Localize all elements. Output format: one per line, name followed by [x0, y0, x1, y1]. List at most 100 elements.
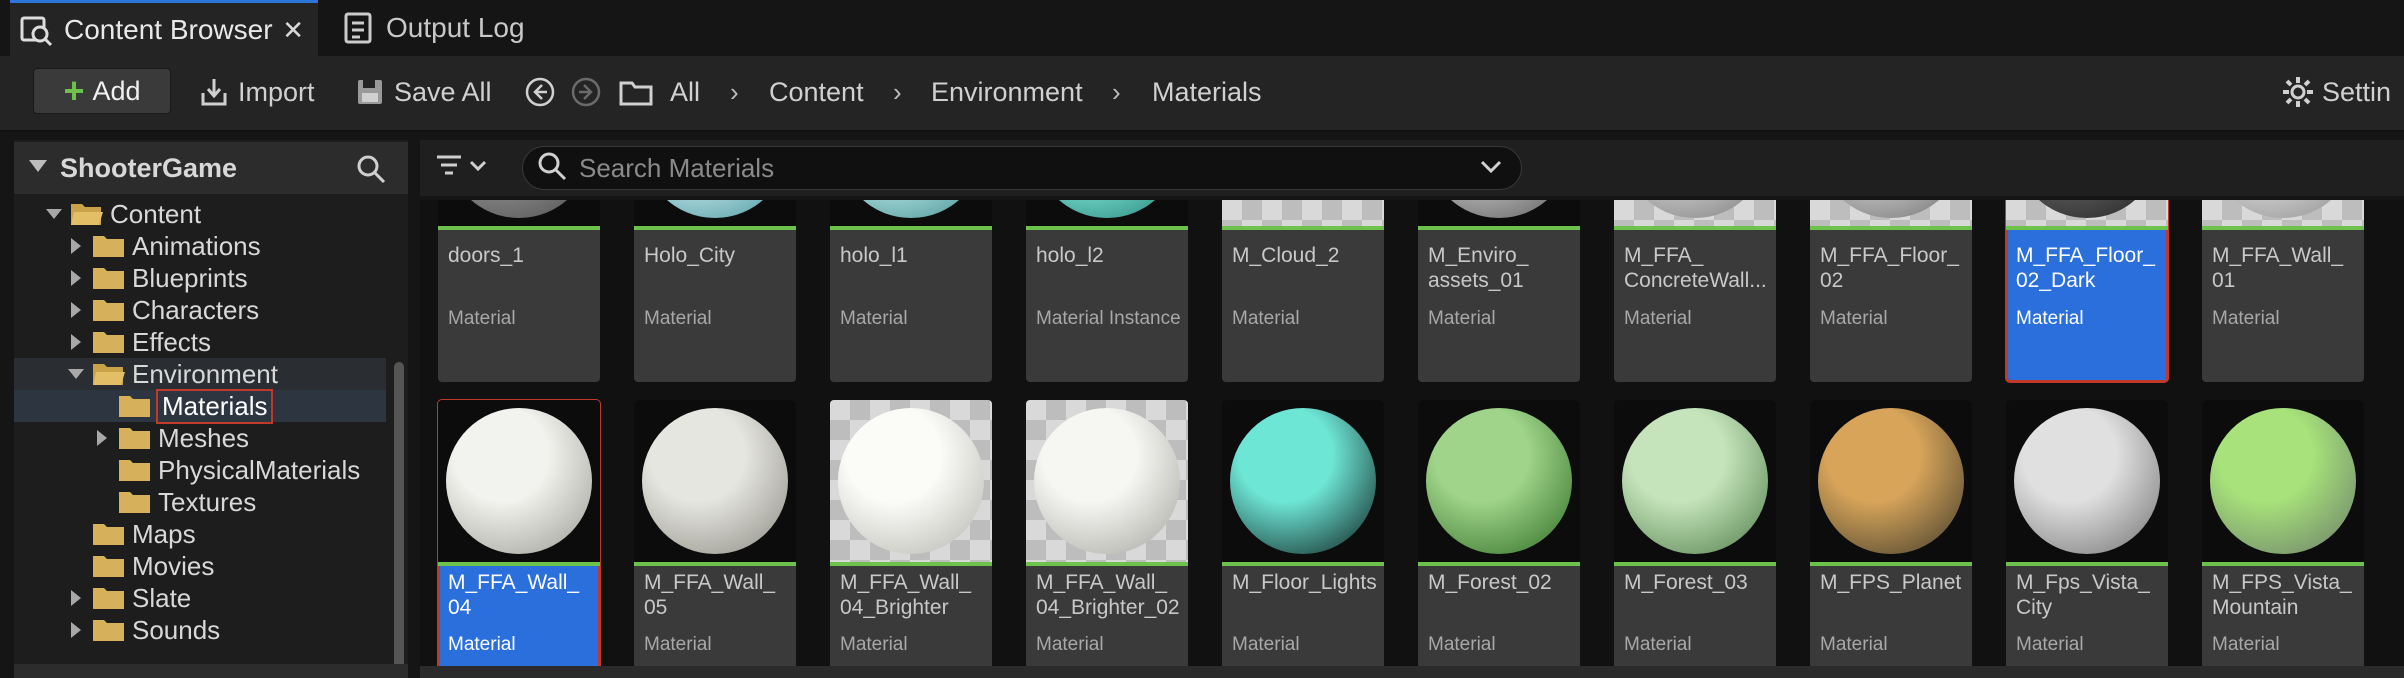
back-button[interactable]: [522, 70, 564, 114]
tab-output-log[interactable]: Output Log: [328, 0, 588, 56]
asset-tile[interactable]: M_FFA_Wall_ 04_Brighter Material: [830, 400, 992, 670]
tree-item-movies[interactable]: Movies: [14, 550, 386, 582]
breadcrumb-environment[interactable]: Environment: [931, 72, 1083, 112]
forward-button[interactable]: [568, 70, 610, 114]
asset-tile[interactable]: M_Floor_Lights Material: [1222, 400, 1384, 670]
tree-item-blueprints[interactable]: Blueprints: [14, 262, 386, 294]
asset-thumbnail: [830, 400, 992, 562]
tab-content-browser[interactable]: Content Browser ✕: [10, 0, 318, 56]
asset-tile[interactable]: Holo_City Material: [634, 200, 796, 382]
asset-type-label: Material: [1820, 634, 1888, 655]
search-box[interactable]: [522, 146, 1522, 190]
asset-grid-scrollbar[interactable]: [420, 666, 2404, 678]
breadcrumb-chevron-icon[interactable]: ›: [893, 72, 902, 112]
collapsed-arrow-icon[interactable]: [66, 236, 86, 256]
breadcrumb-materials[interactable]: Materials: [1152, 72, 1262, 112]
asset-tile[interactable]: M_FPS_Vista_ Mountain Material: [2202, 400, 2364, 670]
close-icon[interactable]: ✕: [282, 15, 304, 46]
asset-tile[interactable]: M_FFA_Wall_ 04_Brighter_02 Material: [1026, 400, 1188, 670]
tree-item-textures[interactable]: Textures: [14, 486, 386, 518]
collapsed-arrow-icon[interactable]: [66, 620, 86, 640]
asset-tile[interactable]: M_FPS_Planet Material: [1810, 400, 1972, 670]
asset-name: M_FFA_Wall_ 05: [644, 571, 776, 619]
folder-browse-button[interactable]: [618, 70, 660, 114]
import-button[interactable]: Import: [196, 70, 315, 114]
asset-tile[interactable]: M_Enviro_ assets_01 Material: [1418, 200, 1580, 382]
asset-name: M_Cloud_2: [1232, 244, 1340, 267]
tree-scrollbar[interactable]: [394, 362, 404, 678]
asset-tile[interactable]: M_Cloud_2 Material: [1222, 200, 1384, 382]
tree-item-maps[interactable]: Maps: [14, 518, 386, 550]
tree-item-label: Environment: [132, 358, 278, 389]
add-button[interactable]: + Add: [33, 68, 171, 114]
search-icon[interactable]: [356, 154, 386, 189]
content-browser-icon: [16, 10, 56, 50]
breadcrumb-chevron-icon[interactable]: ›: [730, 72, 739, 112]
save-all-button[interactable]: Save All: [352, 70, 492, 114]
sources-header[interactable]: ShooterGame: [14, 142, 408, 194]
asset-tile[interactable]: holo_l1 Material: [830, 200, 992, 382]
asset-tile[interactable]: holo_l2 Material Instance: [1026, 200, 1188, 382]
asset-tile[interactable]: M_FFA_Floor_ 02_Dark Material: [2005, 200, 2169, 383]
folder-icon: [618, 74, 654, 110]
tree-item-label: PhysicalMaterials: [158, 454, 361, 485]
asset-tile[interactable]: M_FFA_ ConcreteWall... Material: [1614, 200, 1776, 382]
collapsed-arrow-icon[interactable]: [66, 588, 86, 608]
filter-icon: [434, 152, 468, 185]
asset-tile[interactable]: M_FFA_Wall_ 05 Material: [634, 400, 796, 670]
collapsed-arrow-icon[interactable]: [66, 300, 86, 320]
asset-tile[interactable]: M_FFA_Floor_ 02 Material: [1810, 200, 1972, 382]
asset-type-color-bar: [1026, 562, 1188, 566]
asset-tile[interactable]: M_Forest_02 Material: [1418, 400, 1580, 670]
tree-item-effects[interactable]: Effects: [14, 326, 386, 358]
material-sphere-preview: [446, 408, 592, 554]
asset-type-label: Material: [1036, 634, 1104, 655]
material-sphere-preview: [2014, 200, 2160, 218]
asset-tile[interactable]: M_FFA_Wall_ 01 Material: [2202, 200, 2364, 382]
tree-item-slate[interactable]: Slate: [14, 582, 386, 614]
breadcrumb-content[interactable]: Content: [769, 72, 864, 112]
asset-tile[interactable]: doors_1 Material: [438, 200, 600, 382]
tree-item-materials[interactable]: Materials: [14, 388, 386, 424]
expanded-arrow-icon[interactable]: [44, 204, 64, 224]
add-button-label: Add: [92, 75, 141, 106]
breadcrumb-all[interactable]: All: [670, 72, 700, 112]
asset-name: holo_l2: [1036, 244, 1104, 267]
asset-name: M_FPS_Vista_ Mountain: [2212, 571, 2352, 619]
tree-item-characters[interactable]: Characters: [14, 294, 386, 326]
asset-type-color-bar: [438, 562, 600, 566]
asset-thumbnail: [634, 200, 796, 226]
tab-label: Content Browser: [64, 13, 273, 45]
tree-item-physicalmaterials[interactable]: PhysicalMaterials: [14, 454, 386, 486]
collapsed-arrow-icon[interactable]: [66, 332, 86, 352]
folder-icon: [118, 393, 152, 419]
asset-type-color-bar: [1222, 562, 1384, 566]
filter-button[interactable]: [434, 150, 498, 186]
tree-item-content[interactable]: Content: [14, 198, 386, 230]
expanded-arrow-icon[interactable]: [66, 364, 86, 384]
tree-item-meshes[interactable]: Meshes: [14, 422, 386, 454]
asset-tile[interactable]: M_Fps_Vista_ City Material: [2006, 400, 2168, 670]
asset-type-label: Material: [840, 308, 908, 329]
asset-tile[interactable]: M_FFA_Wall_ 04 Material: [437, 399, 601, 670]
asset-type-color-bar: [830, 562, 992, 566]
tree-item-animations[interactable]: Animations: [14, 230, 386, 262]
breadcrumb-chevron-icon[interactable]: ›: [1112, 72, 1121, 112]
collapsed-arrow-icon[interactable]: [66, 268, 86, 288]
chevron-down-icon[interactable]: [1479, 157, 1503, 182]
asset-tile[interactable]: M_Forest_03 Material: [1614, 400, 1776, 670]
tree-item-environment[interactable]: Environment: [14, 358, 386, 390]
asset-name: Holo_City: [644, 244, 736, 267]
asset-name: M_Forest_03: [1624, 571, 1748, 594]
asset-name: M_Forest_02: [1428, 571, 1552, 594]
search-input[interactable]: [579, 152, 1479, 184]
collapsed-arrow-icon[interactable]: [92, 428, 112, 448]
asset-type-label: Material: [1624, 634, 1692, 655]
tree-item-sounds[interactable]: Sounds: [14, 614, 386, 646]
material-sphere-preview: [2210, 408, 2356, 554]
asset-name: doors_1: [448, 244, 524, 267]
settings-button[interactable]: Settin: [2280, 70, 2391, 114]
collapse-triangle-icon[interactable]: [28, 159, 48, 178]
asset-type-label: Material: [1820, 308, 1888, 329]
tree-item-label: Characters: [132, 294, 260, 325]
